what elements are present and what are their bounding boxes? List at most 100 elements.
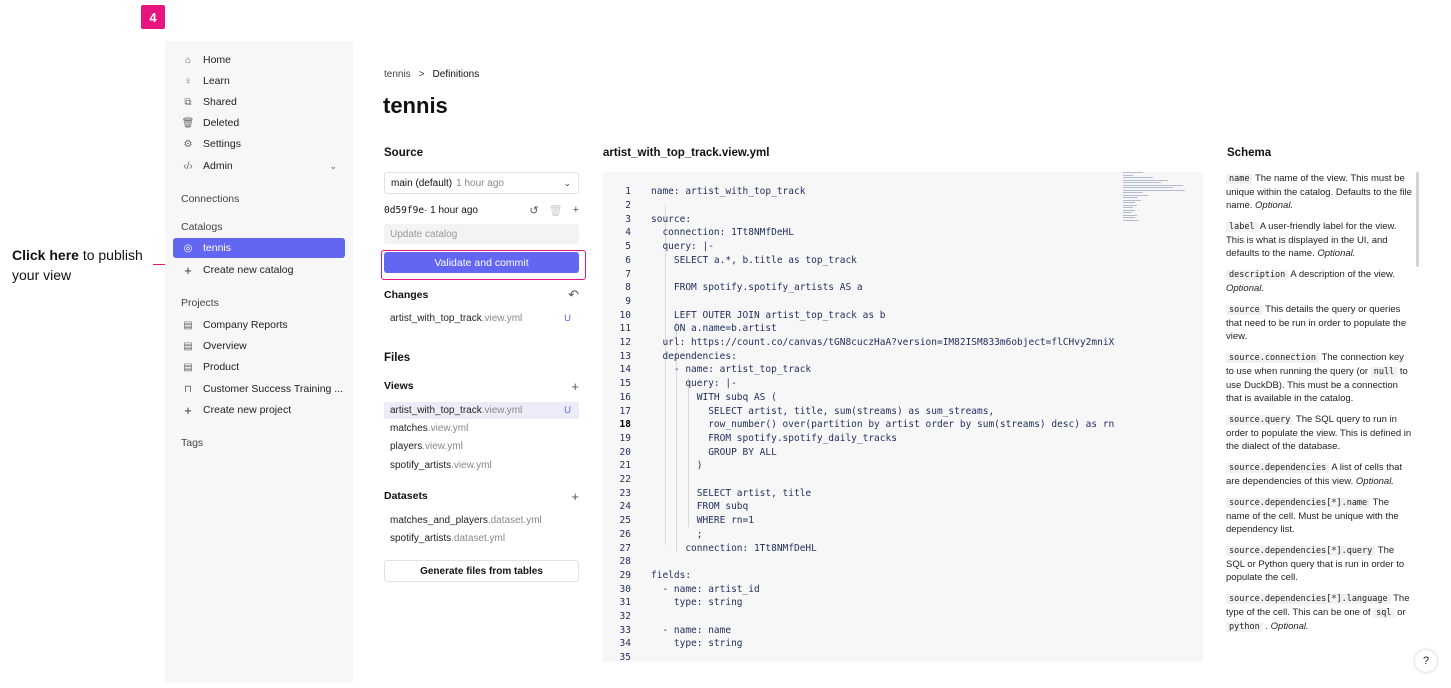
code-line[interactable]: 14 - name: artist_top_track (603, 363, 812, 377)
plus-icon: + (184, 262, 192, 278)
sidebar-item-home[interactable]: ⌂ Home (173, 50, 345, 70)
code-text: connection: 1Tt8NMfDeHL (651, 227, 794, 239)
sidebar-item-deleted[interactable]: 🗑 Deleted (173, 113, 345, 133)
schema-key: source (1226, 305, 1263, 315)
sidebar-item-company-reports[interactable]: ▤ Company Reports (173, 315, 345, 335)
code-line[interactable]: 13 dependencies: (603, 349, 737, 363)
code-line[interactable]: 28 (603, 555, 651, 569)
sidebar-item-label: Admin (203, 160, 233, 172)
sidebar-item-tennis[interactable]: ◎ tennis (173, 238, 345, 258)
sidebar-item-admin[interactable]: ‹/› Admin ⌄ (173, 156, 345, 176)
schema-text: or (1394, 607, 1406, 618)
code-line[interactable]: 34 type: string (603, 637, 743, 651)
code-line[interactable]: 24 FROM subq (603, 500, 749, 514)
schema-key: source.dependencies[*].query (1226, 546, 1376, 556)
code-line[interactable]: 32 (603, 610, 651, 624)
code-line[interactable]: 10 LEFT OUTER JOIN artist_top_track as b (603, 308, 886, 322)
schema-entry: name The name of the view. This must be … (1226, 172, 1412, 212)
sidebar-item-product[interactable]: ▤ Product (173, 357, 345, 377)
line-number: 20 (619, 446, 631, 458)
connections-heading[interactable]: Connections (181, 193, 239, 205)
code-editor[interactable]: 1 name: artist_with_top_track 2 3 source: 4 c… (603, 172, 1203, 662)
code-line[interactable]: 27 connection: 1Tt8NMfDeHL (603, 541, 817, 555)
code-line[interactable]: 29 fields: (603, 569, 692, 583)
code-line[interactable]: 35 (603, 651, 651, 662)
create-project-button[interactable]: + Create new project (173, 400, 345, 420)
code-line[interactable]: 2 (603, 199, 651, 213)
schema-key: source.dependencies[*].language (1226, 594, 1391, 604)
schema-entry: source.dependencies[*].query The SQL or … (1226, 544, 1412, 584)
code-line[interactable]: 33 - name: name (603, 623, 732, 637)
sidebar-item-learn[interactable]: ♀ Learn (173, 71, 345, 91)
code-line[interactable]: 9 (603, 295, 651, 309)
code-line[interactable]: 8 FROM spotify.spotify_artists AS a (603, 281, 862, 295)
line-number: 32 (619, 611, 631, 623)
breadcrumb: tennis > Definitions (384, 69, 479, 80)
catalog-icon: ◎ (183, 242, 193, 254)
dataset-file-item[interactable]: spotify_artists .dataset.yml (384, 530, 579, 547)
validate-and-commit-button[interactable]: Validate and commit (384, 252, 579, 273)
view-file-item[interactable]: matches .view.yml (384, 420, 579, 437)
trash-icon[interactable]: 🗑 (549, 204, 563, 217)
line-number: 12 (619, 337, 631, 349)
sidebar-item-label: Customer Success Training ... (203, 383, 344, 395)
undo-icon[interactable]: ↶ (568, 287, 579, 303)
line-number: 25 (619, 515, 631, 527)
breadcrumb-root[interactable]: tennis (384, 69, 411, 80)
branch-select[interactable]: main (default) 1 hour ago ⌄ (384, 172, 579, 194)
dataset-file-item[interactable]: matches_and_players .dataset.yml (384, 512, 579, 529)
line-number: 21 (619, 460, 631, 472)
view-file-item[interactable]: players .view.yml (384, 438, 579, 455)
schema-scrollbar[interactable] (1416, 172, 1419, 267)
schema-key: name (1226, 174, 1253, 184)
code-line[interactable]: 20 GROUP BY ALL (603, 445, 777, 459)
view-file-item[interactable]: spotify_artists .view.yml (384, 457, 579, 474)
code-minimap[interactable] (1123, 172, 1193, 252)
sidebar-item-shared[interactable]: ⧉ Shared (173, 92, 345, 112)
generate-files-button[interactable]: Generate files from tables (384, 560, 579, 582)
code-text: WITH subq AS ( (651, 391, 777, 403)
sidebar-item-settings[interactable]: ⚙ Settings (173, 134, 345, 154)
schema-entry: source This details the query or queries… (1226, 303, 1412, 343)
line-number: 13 (619, 350, 631, 362)
create-catalog-button[interactable]: + Create new catalog (173, 260, 345, 280)
code-line[interactable]: 23 SELECT artist, title (603, 486, 812, 500)
schema-optional: Optional. (1355, 476, 1394, 487)
code-line[interactable]: 4 connection: 1Tt8NMfDeHL (603, 226, 794, 240)
code-line[interactable]: 7 (603, 267, 651, 281)
view-file-item[interactable]: artist_with_top_track .view.yml U (384, 402, 579, 419)
code-line[interactable]: 16 WITH subq AS ( (603, 391, 777, 405)
add-view-plus-icon[interactable]: + (571, 379, 579, 394)
source-heading: Source (384, 147, 423, 159)
code-line[interactable]: 19 FROM spotify.spotify_daily_tracks (603, 432, 897, 446)
code-text: GROUP BY ALL (651, 446, 777, 458)
code-icon: ‹/› (183, 160, 193, 172)
add-dataset-plus-icon[interactable]: + (571, 489, 579, 504)
schema-code: null (1370, 367, 1398, 377)
code-line[interactable]: 17 SELECT artist, title, sum(streams) as… (603, 404, 995, 418)
sidebar-item-overview[interactable]: ▤ Overview (173, 336, 345, 356)
code-line[interactable]: 11 ON a.name=b.artist (603, 322, 777, 336)
code-line[interactable]: 5 query: |- (603, 240, 714, 254)
code-line[interactable]: 26 ; (603, 528, 703, 542)
code-line[interactable]: 15 query: |- (603, 377, 737, 391)
code-line[interactable]: 30 - name: artist_id (603, 582, 760, 596)
code-line[interactable]: 21 ) (603, 459, 703, 473)
code-line[interactable]: 12 url: https://count.co/canvas/tGN8cucz… (603, 336, 1115, 350)
code-text: fields: (651, 569, 692, 581)
file-ext: .view.yml (427, 423, 469, 434)
help-button[interactable]: ? (1415, 650, 1437, 672)
code-line[interactable]: 3 source: (603, 212, 691, 226)
update-catalog-input[interactable] (384, 224, 579, 244)
line-number: 30 (619, 583, 631, 595)
code-line[interactable]: 25 WHERE rn=1 (603, 514, 754, 528)
code-line[interactable]: 31 type: string (603, 596, 743, 610)
plus-icon[interactable]: + (573, 204, 579, 217)
change-item[interactable]: artist_with_top_track .view.yml U (384, 310, 579, 327)
code-line[interactable]: 1 name: artist_with_top_track (603, 185, 805, 199)
sidebar-item-customer-success[interactable]: ⊓ Customer Success Training ... (173, 379, 345, 399)
code-line[interactable]: 18 row_number() over(partition by artist… (603, 418, 1115, 432)
code-line[interactable]: 6 SELECT a.*, b.title as top_track (603, 254, 857, 268)
code-line[interactable]: 22 (603, 473, 651, 487)
history-icon[interactable]: ↺ (529, 204, 538, 217)
